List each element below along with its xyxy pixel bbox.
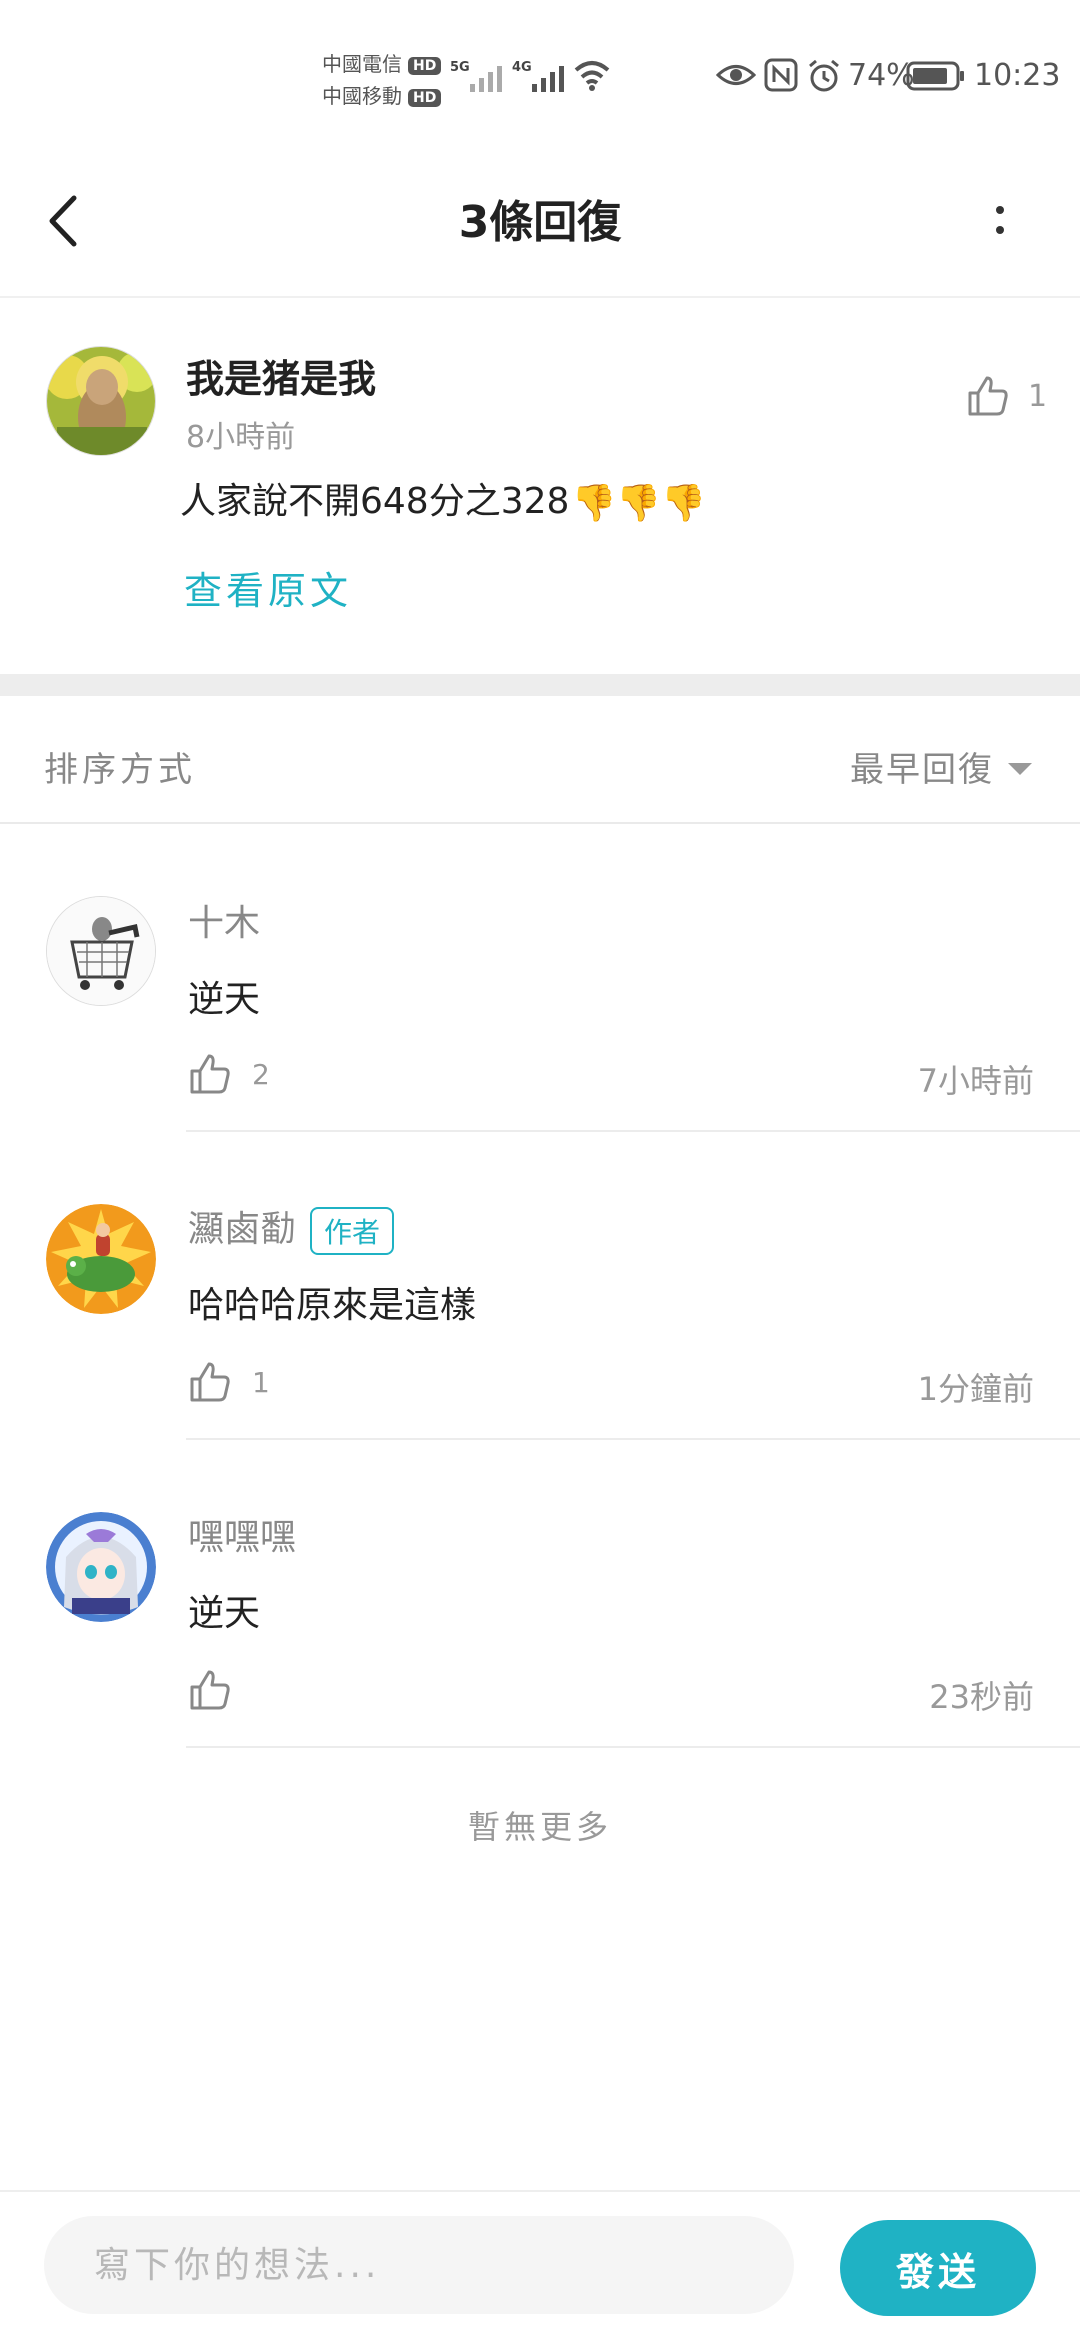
reply-username[interactable]: 十木 [188,894,260,946]
reply-text: 逆天 [188,1593,261,1634]
reply-avatar[interactable] [46,1512,156,1622]
post-username[interactable]: 我是猪是我 [186,348,376,403]
battery-icon [906,61,964,91]
thumbs-up-icon [968,376,1008,416]
thumbs-up-icon [190,1054,230,1094]
view-original-link[interactable]: 查看原文 [184,560,352,615]
reply-username[interactable]: 嘿嘿嘿 [188,1508,296,1560]
reply-like-button[interactable]: 1 [188,1360,270,1404]
reply-username-row: 灦鹵勫 作者 [188,1200,395,1255]
author-badge: 作者 [310,1207,395,1255]
reply-timestamp: 23秒前 [929,1678,1034,1716]
battery-percent: 74% [848,58,915,93]
carrier-2: 中國移動 HD [322,80,442,109]
network-5g-label: 5G [450,60,470,75]
page-title: 3條回復 [458,197,622,248]
section-separator [0,674,1080,696]
reply-avatar[interactable] [46,1204,156,1314]
reply-like-count: 1 [252,1365,270,1399]
comment-composer: 發送 [0,2190,1080,2342]
thumbs-up-icon [190,1670,230,1710]
post-like-button[interactable]: 1 [966,374,1047,418]
eye-icon [716,65,756,85]
reply-timestamp: 1分鐘前 [917,1370,1034,1408]
reply-like-button[interactable]: 2 [188,1052,270,1096]
reply-timestamp: 7小時前 [917,1062,1034,1100]
post-avatar[interactable] [46,346,156,456]
more-options-button[interactable] [980,190,1020,250]
post-content: 人家說不開648分之328👎👎👎 [180,472,706,524]
more-dot-icon [996,206,1004,214]
sort-value: 最早回復 [850,750,994,790]
wifi-icon [574,61,610,91]
clock: 10:23 [974,58,1061,93]
status-bar: 中國電信 HD 中國移動 HD 5G 4G 74% 10:23 [0,0,1080,150]
divider [0,822,1080,824]
signal-bars-1-icon [470,64,502,92]
reply-avatar[interactable] [46,896,156,1006]
nfc-icon [764,58,798,92]
divider [186,1746,1080,1748]
reply-like-button[interactable] [188,1668,252,1712]
caret-down-icon [1008,762,1032,775]
reply-like-count: 2 [252,1057,270,1091]
carrier-1: 中國電信 HD [322,48,442,77]
send-button[interactable]: 發送 [840,2220,1036,2316]
reply-username[interactable]: 灦鹵勫 [188,1209,296,1250]
post-timestamp: 8小時前 [186,420,296,455]
sort-dropdown[interactable]: 最早回復 [850,742,1032,791]
comment-input[interactable] [44,2216,794,2314]
divider [186,1130,1080,1132]
reply-text: 逆天 [188,979,261,1020]
network-4g-label: 4G [512,60,532,75]
alarm-icon [809,59,839,92]
sort-label: 排序方式 [44,750,196,790]
divider [186,1438,1080,1440]
no-more-label: 暫無更多 [467,1808,612,1846]
thumbs-down-emoji: 👎👎👎 [571,483,706,524]
thumbs-up-icon [190,1362,230,1402]
top-app-bar: 3條回復 [0,150,1080,298]
post-text: 人家說不開648分之328 [180,481,570,522]
signal-bars-2-icon [532,64,564,92]
more-dot-icon [996,226,1004,234]
reply-text: 哈哈哈原來是這樣 [188,1285,477,1326]
post-like-count: 1 [1028,378,1048,414]
